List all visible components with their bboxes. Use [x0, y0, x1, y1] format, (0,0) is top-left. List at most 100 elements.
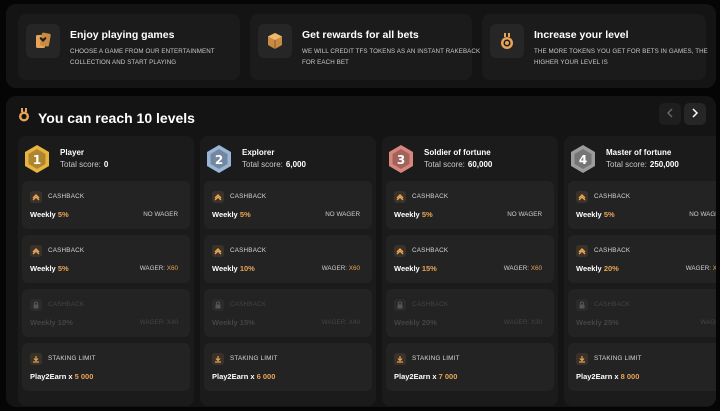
level-badge-icon: 2 [205, 144, 233, 174]
cashback-label: CASHBACK [412, 193, 449, 200]
feature-card-level: Increase your level The more tokens you … [482, 14, 708, 80]
weekly-label: Weekly [212, 264, 238, 273]
no-wager-label: NO WAGER [507, 211, 542, 218]
staking-amount: 5 000 [74, 372, 94, 381]
level-card-1: 1 Player Total score: 0 CASHBACK Weekly 5… [18, 136, 194, 406]
lock-icon [576, 299, 588, 311]
wager-info: NO WAGER [325, 211, 360, 218]
chevron-left-icon [666, 105, 674, 123]
wager-info: WAGER: X60 [140, 265, 178, 272]
no-wager-label: NO WAGER [143, 211, 178, 218]
cashback-percent: 5% [603, 210, 615, 219]
play2earn-label: Play2Earn x [30, 372, 73, 381]
svg-text:4: 4 [579, 153, 587, 167]
cashback-percent: 5% [421, 210, 433, 219]
previous-button[interactable] [659, 103, 681, 125]
staking-label: STAKING LIMIT [594, 355, 642, 362]
cashback-weekly: Weekly 5% [394, 210, 433, 219]
svg-text:2: 2 [215, 153, 223, 167]
wager-info: NO WAGER [507, 211, 542, 218]
staking-label: STAKING LIMIT [48, 355, 96, 362]
cashback-weekly: Weekly 20% [576, 264, 619, 273]
lock-icon [212, 299, 224, 311]
lock-icon [30, 299, 42, 311]
cashback-label: CASHBACK [594, 193, 631, 200]
weekly-label: Weekly [30, 264, 56, 273]
feature-card-games: Enjoy playing games Choose a game from o… [18, 14, 240, 80]
wager-value: X60 [712, 265, 716, 272]
wager-label: WAGER: [321, 265, 348, 272]
chevron-up-icon [394, 191, 406, 203]
level-name: Player [60, 148, 85, 157]
score-row: Total score: 6,000 [242, 160, 306, 169]
score-row: Total score: 250,000 [606, 160, 679, 169]
levels-header: You can reach 10 levels [18, 108, 195, 127]
cashback-percent: 5% [239, 210, 251, 219]
cashback-row: CASHBACK Weekly 10% WAGER: X60 [204, 235, 372, 283]
weekly-label: Weekly [576, 210, 602, 219]
lock-icon [394, 299, 406, 311]
chevron-up-icon [576, 245, 588, 257]
cashback-percent: 5% [57, 264, 69, 273]
level-badge-icon: 4 [569, 144, 597, 174]
level-card-2: 2 Explorer Total score: 6,000 CASHBACK We… [200, 136, 376, 406]
weekly-label: Weekly [576, 264, 602, 273]
download-icon [30, 353, 42, 365]
medal-icon [18, 108, 30, 127]
score-label: Total score: [60, 160, 101, 169]
score-label: Total score: [424, 160, 465, 169]
locked-wager: WAGER: X30 [503, 319, 542, 326]
cashback-label: CASHBACK [48, 247, 85, 254]
score-row: Total score: 0 [60, 160, 108, 169]
wager-label: WAGER: [685, 265, 712, 272]
staking-row: STAKING LIMIT Play2Earn x 7 000 [386, 343, 554, 391]
cashback-weekly: Weekly 10% [212, 264, 255, 273]
cashback-row-locked: CASHBACK Weekly 10% WAGER: X40 [22, 289, 190, 337]
chevron-up-icon [30, 245, 42, 257]
levels-title: You can reach 10 levels [38, 109, 195, 126]
chevron-up-icon [576, 191, 588, 203]
locked-weekly: Weekly 25% [576, 318, 619, 327]
staking-value: Play2Earn x 8 000 [576, 372, 639, 381]
cashback-label: CASHBACK [48, 301, 85, 308]
wager-info: NO WAGER [143, 211, 178, 218]
level-card-4: 4 Master of fortune Total score: 250,000 … [564, 136, 716, 406]
wager-info: WAGER: X60 [322, 265, 360, 272]
cashback-row: CASHBACK Weekly 5% NO WAGER [386, 181, 554, 229]
level-name: Explorer [242, 148, 275, 157]
staking-label: STAKING LIMIT [412, 355, 460, 362]
level-name: Master of fortune [606, 148, 672, 157]
wager-value: X60 [166, 265, 178, 272]
feature-title: Get rewards for all bets [302, 29, 419, 41]
locked-wager: WAGER: X40 [139, 319, 178, 326]
no-wager-label: NO WAGER [689, 211, 716, 218]
next-button[interactable] [684, 103, 706, 125]
wager-info: WAGER: X60 [686, 265, 716, 272]
cashback-percent: 5% [57, 210, 69, 219]
staking-amount: 7 000 [438, 372, 458, 381]
level-card-3: 3 Soldier of fortune Total score: 60,000 … [382, 136, 558, 406]
play2earn-label: Play2Earn x [394, 372, 437, 381]
score-label: Total score: [242, 160, 283, 169]
cashback-weekly: Weekly 5% [30, 210, 69, 219]
level-name: Soldier of fortune [424, 148, 491, 157]
feature-title: Enjoy playing games [70, 29, 175, 41]
cashback-label: CASHBACK [230, 301, 267, 308]
cashback-row: CASHBACK Weekly 5% NO WAGER [204, 181, 372, 229]
cashback-percent: 10% [239, 264, 255, 273]
wager-value: X60 [530, 265, 542, 272]
staking-amount: 6 000 [256, 372, 276, 381]
level-badge-icon: 3 [387, 144, 415, 174]
cashback-label: CASHBACK [594, 247, 631, 254]
locked-wager: WAGER: X40 [321, 319, 360, 326]
cashback-label: CASHBACK [230, 247, 267, 254]
weekly-label: Weekly [30, 210, 56, 219]
staking-row: STAKING LIMIT Play2Earn x 5 000 [22, 343, 190, 391]
score-row: Total score: 60,000 [424, 160, 492, 169]
level-card-header: 1 Player Total score: 0 [18, 136, 194, 180]
wager-info: NO WAGER [689, 211, 716, 218]
cashback-weekly: Weekly 15% [394, 264, 437, 273]
wager-label: WAGER: [139, 265, 166, 272]
level-badge-icon: 1 [23, 144, 51, 174]
cashback-row: CASHBACK Weekly 20% WAGER: X60 [568, 235, 716, 283]
